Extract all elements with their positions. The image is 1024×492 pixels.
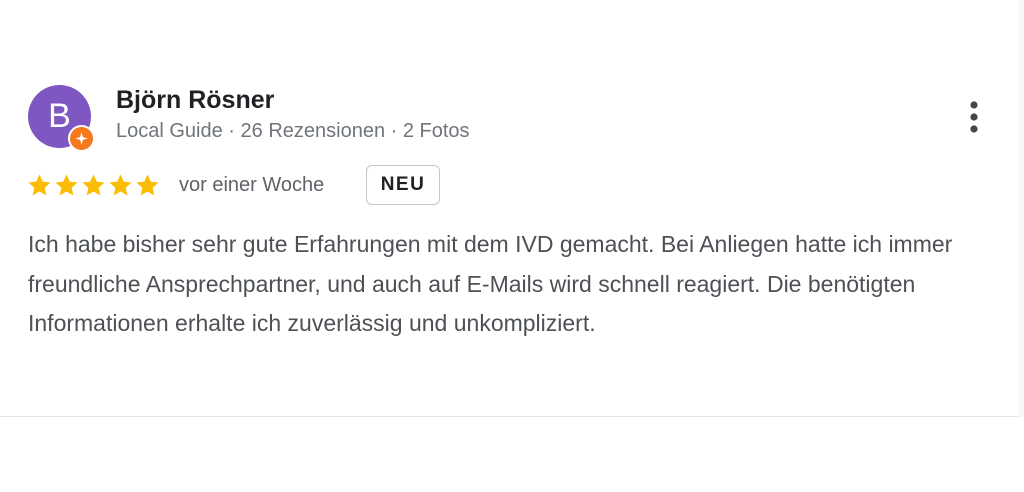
reviewer-name[interactable]: Björn Rösner (116, 86, 274, 115)
new-badge: NEU (366, 165, 440, 205)
more-options-button[interactable] (957, 96, 991, 138)
star-filled-icon (82, 174, 105, 196)
review-date: vor einer Woche (179, 174, 325, 196)
star-rating (26, 172, 161, 200)
local-guide-badge-icon (68, 125, 95, 152)
review-card: B Björn Rösner Local Guide · 26 Rezensio… (0, 0, 1024, 417)
card-edge (1018, 0, 1024, 417)
star-filled-icon (55, 174, 78, 196)
star-filled-icon (109, 174, 132, 196)
more-vert-icon (970, 101, 978, 133)
avatar-initial: B (48, 97, 71, 135)
star-filled-icon (28, 174, 51, 196)
star-filled-icon (136, 174, 159, 196)
divider (0, 416, 1018, 417)
reviewer-meta: Local Guide · 26 Rezensionen · 2 Fotos (116, 120, 470, 142)
star-burst-icon (75, 132, 88, 145)
review-text: Ich habe bisher sehr gute Erfahrungen mi… (28, 231, 953, 336)
